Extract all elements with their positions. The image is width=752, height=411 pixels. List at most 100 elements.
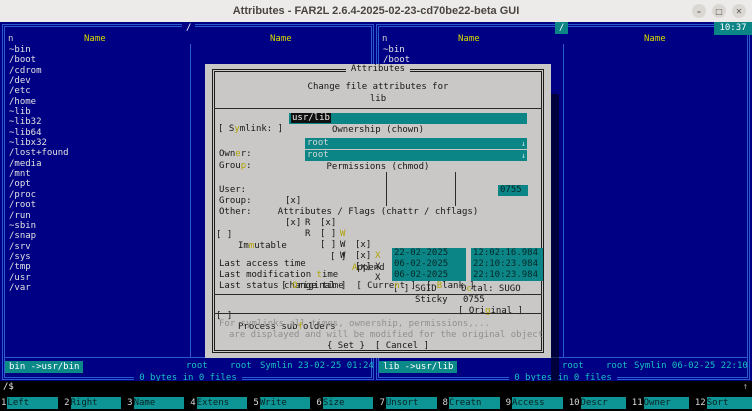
keybar-item[interactable]: 9Access <box>505 397 563 409</box>
symlink-input[interactable]: usr/lib <box>289 113 527 124</box>
left-panel-path[interactable]: / <box>182 22 195 34</box>
maximize-icon[interactable]: □ <box>712 4 726 18</box>
keybar-item[interactable]: 11Owner <box>631 397 689 409</box>
keybar-label[interactable]: Size <box>323 397 374 409</box>
last-status-change-time-input[interactable]: 22:10:23.984 <box>471 270 543 281</box>
keybar-number: 2 <box>63 397 70 409</box>
keybar-item[interactable]: 7Unsort <box>378 397 436 409</box>
file-item[interactable]: /srv <box>9 242 184 252</box>
octal-input[interactable]: 0755 <box>498 185 528 196</box>
keybar-label[interactable]: Right <box>71 397 122 409</box>
keybar-item[interactable]: 8Creatn <box>442 397 500 409</box>
keybar-label[interactable]: Owner <box>644 397 689 409</box>
keybar-item[interactable]: 5Write <box>252 397 310 409</box>
minimize-icon[interactable]: – <box>692 4 706 18</box>
right-status-owner: root <box>562 361 584 372</box>
keybar-item[interactable]: 4Extens <box>189 397 247 409</box>
dialog-shadow <box>551 94 559 386</box>
file-item[interactable]: ~lib <box>9 107 184 117</box>
left-name-column-header-2[interactable]: Name <box>270 34 292 44</box>
keybar-label[interactable]: Creatn <box>449 397 500 409</box>
set-button[interactable]: { Set } <box>327 341 365 352</box>
keybar-label[interactable]: Left <box>7 397 58 409</box>
right-status-line: lib ->usr/lib root root Symlin 06-02-25 … <box>376 361 750 372</box>
perm-row-user: User: [x] R [x] W [x] X [ ] SUID Octal: … <box>205 174 551 185</box>
file-item[interactable]: /snap <box>9 231 184 241</box>
cancel-button[interactable]: [ Cancel ] <box>375 341 429 352</box>
symlink-note-1: For symlinks all times, ownership, permi… <box>219 319 565 330</box>
file-item[interactable]: /usr <box>9 273 184 283</box>
file-item[interactable]: ~lib32 <box>9 117 184 127</box>
keybar-number: 5 <box>252 397 259 409</box>
last-modification-date-input[interactable]: 06-02-2025 <box>392 259 466 270</box>
file-item[interactable]: /run <box>9 211 184 221</box>
group-input[interactable]: root↓ <box>305 150 527 161</box>
keybar-label[interactable]: Write <box>260 397 311 409</box>
keybar-label[interactable]: Name <box>134 397 185 409</box>
keybar-label[interactable]: Sort <box>707 397 752 409</box>
file-item[interactable]: /media <box>9 159 184 169</box>
right-name-column-header[interactable]: Name <box>458 34 480 44</box>
left-file-list: ~bin/boot/cdrom/dev/etc/home~lib~lib32~l… <box>9 45 184 293</box>
file-item[interactable]: /dev <box>9 76 184 86</box>
file-item[interactable]: /root <box>9 200 184 210</box>
keybar-label[interactable]: Extens <box>197 397 248 409</box>
file-item[interactable]: /lost+found <box>9 148 184 158</box>
owner-input[interactable]: root↓ <box>305 138 527 149</box>
file-item[interactable]: ~sbin <box>9 221 184 231</box>
last-modification-time-input[interactable]: 22:10:23.984 <box>471 259 543 270</box>
keybar-item[interactable]: 1Left <box>0 397 58 409</box>
keybar-label[interactable]: Access <box>512 397 563 409</box>
file-item[interactable]: /cdrom <box>9 66 184 76</box>
history-arrow-icon[interactable]: ↓ <box>521 138 526 149</box>
last-access-date-input[interactable]: 22-02-2025 <box>392 248 466 259</box>
file-item[interactable]: ~bin <box>383 45 558 55</box>
dialog-buttons-row: { Set } [ Cancel ] <box>205 341 551 352</box>
file-item[interactable]: /tmp <box>9 262 184 272</box>
flags-row: [ ] Immutable [ ] Append <box>205 219 551 230</box>
last-access-row: Last access time 22-02-2025 12:02:16.984 <box>205 248 551 259</box>
time-original-button[interactable]: [ Original ] <box>281 281 346 292</box>
right-selected-file[interactable]: lib ->usr/lib <box>379 361 457 373</box>
file-item[interactable]: /sys <box>9 252 184 262</box>
file-item[interactable]: /var <box>9 283 184 293</box>
history-up-arrow-icon[interactable]: ↑ <box>743 381 748 394</box>
keybar-number: 9 <box>505 397 512 409</box>
time-blank-button[interactable]: [ Blank ] <box>426 281 475 292</box>
file-item[interactable]: /proc <box>9 190 184 200</box>
right-panel-path[interactable]: / <box>555 22 568 34</box>
last-access-time-input[interactable]: 12:02:16.984 <box>471 248 543 259</box>
keybar-item[interactable]: 2Right <box>63 397 121 409</box>
file-item[interactable]: /etc <box>9 86 184 96</box>
keybar-item[interactable]: 12Sort <box>694 397 752 409</box>
file-item[interactable]: ~bin <box>9 45 184 55</box>
right-status-group: root <box>606 361 628 372</box>
command-line[interactable]: /$ ↑ <box>0 381 752 394</box>
time-current-button[interactable]: [ Current ] <box>356 281 416 292</box>
keybar-number: 12 <box>694 397 707 409</box>
file-item[interactable]: ~libx32 <box>9 138 184 148</box>
left-selected-file[interactable]: bin ->usr/bin <box>5 361 83 373</box>
history-arrow-icon[interactable]: ↓ <box>521 150 526 161</box>
last-status-change-date-input[interactable]: 06-02-2025 <box>392 270 466 281</box>
file-item[interactable]: /opt <box>9 179 184 189</box>
file-item[interactable]: /home <box>9 97 184 107</box>
keybar-item[interactable]: 3Name <box>126 397 184 409</box>
file-item[interactable]: /mnt <box>9 169 184 179</box>
keybar-item[interactable]: 10Descr <box>568 397 626 409</box>
file-item[interactable]: ~lib64 <box>9 128 184 138</box>
right-name-column-header-2[interactable]: Name <box>644 34 666 44</box>
console: n Name Name / ~bin/boot/cdrom/dev/etc/ho… <box>0 22 752 381</box>
time-buttons-row: [ Original ] [ Current ] [ Blank ] <box>205 281 551 292</box>
keybar-label[interactable]: Unsort <box>386 397 437 409</box>
close-icon[interactable]: ✕ <box>732 4 746 18</box>
file-item[interactable]: /boot <box>9 55 184 65</box>
left-name-column-header[interactable]: Name <box>84 34 106 44</box>
left-column-divider <box>190 44 191 357</box>
keybar-item[interactable]: 6Size <box>315 397 373 409</box>
keybar-label[interactable]: Descr <box>581 397 626 409</box>
title-bar[interactable]: Attributes - FAR2L 2.6.4-2025-02-23-cd70… <box>0 0 752 22</box>
last-modification-row: Last modification time 06-02-2025 22:10:… <box>205 259 551 270</box>
left-status-info: Symlin 23-02-25 01:24 <box>260 361 374 372</box>
perm-row-group: Group: [x] R [ ] W [x] X [ ] SGID 0755 0… <box>205 185 551 196</box>
